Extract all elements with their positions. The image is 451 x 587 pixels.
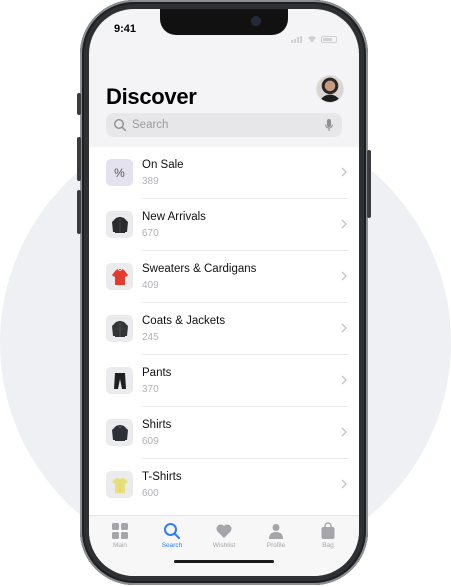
bag-icon: [321, 522, 335, 539]
tab-label: Bag: [322, 542, 334, 549]
chevron-right-icon: [341, 427, 347, 437]
volume-down-button: [77, 190, 81, 234]
tab-wishlist[interactable]: Wishlist: [204, 522, 244, 549]
wifi-icon: [307, 36, 317, 43]
percent-icon: %: [106, 159, 133, 186]
category-label: On Sale: [142, 159, 184, 171]
category-count: 609: [142, 436, 159, 447]
chevron-right-icon: [341, 375, 347, 385]
tab-profile[interactable]: Profile: [256, 522, 296, 549]
sweater-thumbnail: [106, 263, 133, 290]
category-label: T-Shirts: [142, 471, 182, 483]
power-button: [367, 150, 371, 218]
category-row-coats[interactable]: Coats & Jackets 245: [89, 303, 359, 355]
search-icon: [113, 118, 127, 132]
notch: [160, 9, 288, 35]
category-row-shirts[interactable]: Shirts 609: [89, 407, 359, 459]
category-row-on-sale[interactable]: % On Sale 389: [89, 147, 359, 199]
chevron-right-icon: [341, 479, 347, 489]
tab-label: Wishlist: [212, 542, 236, 549]
battery-icon: [321, 36, 337, 43]
shirt-thumbnail: [106, 419, 133, 446]
category-count: 409: [142, 280, 159, 291]
avatar[interactable]: [317, 76, 343, 102]
category-label: Pants: [142, 367, 172, 379]
pants-thumbnail: [106, 367, 133, 394]
tab-main[interactable]: Main: [100, 522, 140, 549]
tshirt-thumbnail: [106, 471, 133, 498]
category-row-new-arrivals[interactable]: New Arrivals 670: [89, 199, 359, 251]
chevron-right-icon: [341, 271, 347, 281]
page-title: Discover: [106, 84, 197, 109]
tab-label: Profile: [266, 542, 286, 549]
category-row-tshirts[interactable]: T-Shirts 600: [89, 459, 359, 511]
category-label: Coats & Jackets: [142, 315, 226, 327]
status-time: 9:41: [114, 23, 137, 35]
category-label: New Arrivals: [142, 211, 206, 223]
home-indicator: [174, 560, 274, 563]
mute-switch: [77, 93, 81, 115]
person-icon: [269, 524, 283, 539]
category-count: 389: [142, 176, 159, 187]
signal-icon: [291, 25, 303, 43]
tab-bar: Main Search Wishlist Profile Bag: [89, 515, 359, 576]
front-camera: [252, 17, 260, 25]
tab-bag[interactable]: Bag: [308, 522, 348, 549]
microphone-icon[interactable]: [323, 118, 335, 132]
category-count: 670: [142, 228, 159, 239]
jacket-thumbnail: [106, 211, 133, 238]
tab-label: Main: [112, 542, 128, 549]
search-icon: [164, 523, 180, 539]
tab-search[interactable]: Search: [152, 522, 192, 549]
category-count: 600: [142, 488, 159, 499]
category-row-sweaters[interactable]: Sweaters & Cardigans 409: [89, 251, 359, 303]
category-list: % On Sale 389 New Arrivals 670 Sweaters …: [89, 147, 359, 515]
category-label: Sweaters & Cardigans: [142, 263, 257, 275]
chevron-right-icon: [341, 167, 347, 177]
screen: 9:41 Discover Search % On Sale 389 New A…: [89, 9, 359, 576]
grid-icon: [112, 523, 128, 539]
coat-thumbnail: [106, 315, 133, 342]
category-row-pants[interactable]: Pants 370: [89, 355, 359, 407]
tab-label: Search: [161, 542, 183, 549]
heart-icon: [216, 524, 232, 538]
category-label: Shirts: [142, 419, 172, 431]
volume-up-button: [77, 137, 81, 181]
category-count: 245: [142, 332, 159, 343]
chevron-right-icon: [341, 323, 347, 333]
chevron-right-icon: [341, 219, 347, 229]
phone-frame: 9:41 Discover Search % On Sale 389 New A…: [77, 0, 371, 585]
search-placeholder: Search: [132, 119, 169, 131]
status-icons: [291, 25, 337, 43]
search-input[interactable]: Search: [106, 113, 342, 137]
category-count: 370: [142, 384, 159, 395]
